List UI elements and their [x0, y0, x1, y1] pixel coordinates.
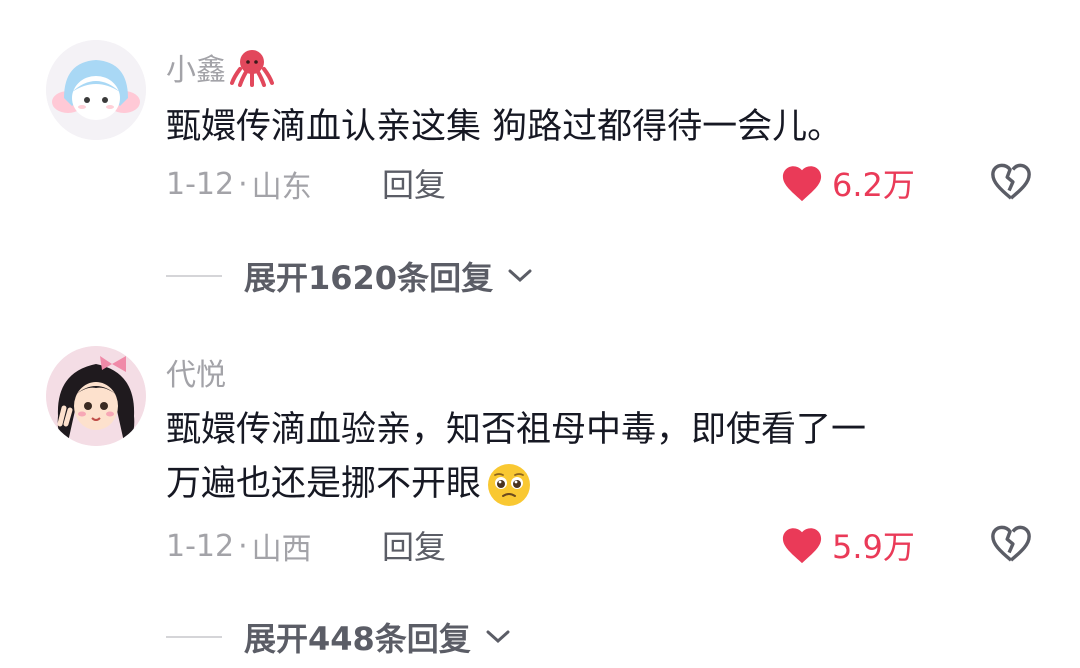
like-count: 6.2万 — [832, 166, 915, 204]
dislike-button[interactable] — [988, 522, 1034, 564]
comment-location: 山东 — [251, 170, 312, 205]
comment-text: 甄嬛传滴血验亲，知否祖母中毒，即使看了一 万遍也还是挪不开眼 — [166, 403, 1026, 511]
like-count: 5.9万 — [832, 528, 915, 566]
expand-replies-button[interactable]: 展开1620条回复 — [166, 253, 533, 299]
comment-meta: 1-12 · 山东 回复 — [166, 162, 446, 206]
comment-date: 1-12 — [166, 528, 235, 564]
comment-text: 甄嬛传滴血认亲这集 狗路过都得待一会儿。 — [166, 107, 843, 147]
heart-icon — [782, 528, 822, 564]
username[interactable]: 代悦 — [166, 350, 226, 394]
divider-line — [166, 636, 222, 638]
divider-line — [166, 275, 222, 277]
avatar-image — [46, 346, 146, 446]
username[interactable]: 小鑫 — [166, 45, 274, 89]
dislike-button[interactable] — [988, 160, 1034, 202]
comment-date: 1-12 — [166, 166, 235, 202]
comment-meta: 1-12 · 山西 回复 — [166, 524, 446, 568]
pleading-face-emoji-icon — [488, 464, 531, 506]
chevron-down-icon — [486, 630, 510, 644]
octopus-emoji-icon — [230, 50, 274, 87]
avatar-image — [46, 40, 146, 140]
heart-icon — [782, 166, 822, 202]
like-button[interactable]: 6.2万 — [780, 160, 915, 206]
like-button[interactable]: 5.9万 — [780, 522, 915, 568]
reply-button[interactable]: 回复 — [382, 522, 446, 568]
broken-heart-icon — [991, 525, 1031, 562]
avatar[interactable] — [46, 40, 146, 140]
expand-replies-button[interactable]: 展开448条回复 — [166, 614, 511, 660]
broken-heart-icon — [991, 163, 1031, 200]
comment-location: 山西 — [251, 532, 312, 567]
avatar[interactable] — [46, 346, 146, 446]
chevron-down-icon — [508, 269, 532, 283]
reply-button[interactable]: 回复 — [382, 160, 446, 206]
